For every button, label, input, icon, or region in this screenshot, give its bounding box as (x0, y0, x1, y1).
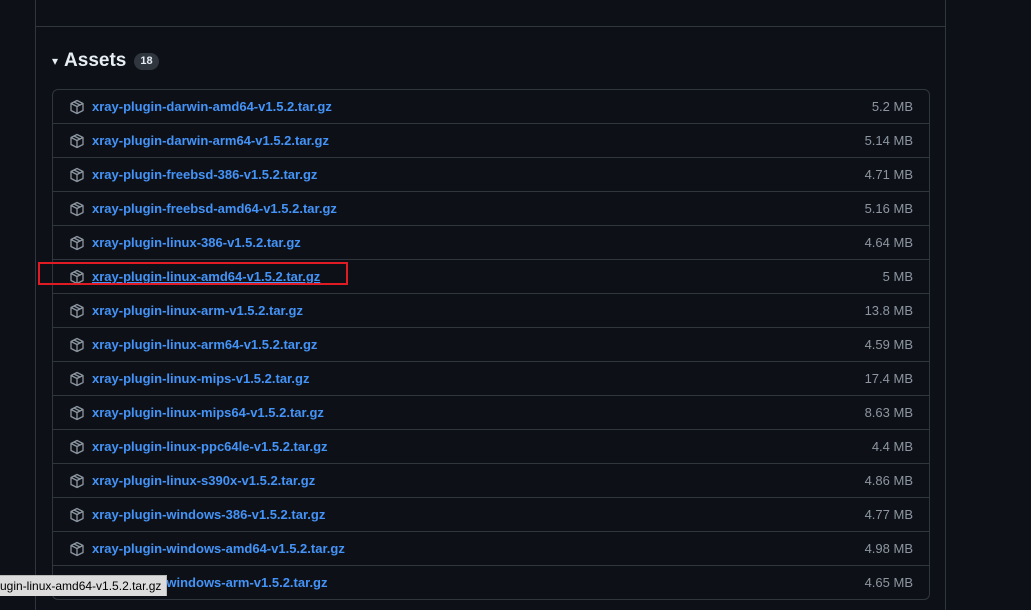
asset-size: 4.77 MB (865, 507, 913, 522)
asset-size: 8.63 MB (865, 405, 913, 420)
asset-size: 5.2 MB (872, 99, 913, 114)
package-icon (69, 541, 85, 557)
asset-size: 4.71 MB (865, 167, 913, 182)
asset-size: 17.4 MB (865, 371, 913, 386)
package-icon (69, 507, 85, 523)
assets-count-badge: 18 (134, 53, 158, 70)
asset-download-link[interactable]: xray-plugin-linux-arm-v1.5.2.tar.gz (92, 303, 303, 318)
package-icon (69, 371, 85, 387)
package-icon (69, 473, 85, 489)
asset-size: 4.59 MB (865, 337, 913, 352)
package-icon (69, 133, 85, 149)
asset-row: xray-plugin-freebsd-386-v1.5.2.tar.gz 4.7… (53, 157, 929, 191)
asset-row: xray-plugin-windows-arm-v1.5.2.tar.gz4.6… (53, 565, 929, 599)
asset-download-link[interactable]: xray-plugin-freebsd-amd64-v1.5.2.tar.gz (92, 201, 337, 216)
package-icon (69, 167, 85, 183)
asset-row: xray-plugin-darwin-amd64-v1.5.2.tar.gz 5.… (53, 90, 929, 123)
asset-row: xray-plugin-linux-mips64-v1.5.2.tar.gz 8.… (53, 395, 929, 429)
asset-size: 4.86 MB (865, 473, 913, 488)
asset-download-link[interactable]: xray-plugin-darwin-amd64-v1.5.2.tar.gz (92, 99, 332, 114)
asset-row: xray-plugin-linux-ppc64le-v1.5.2.tar.gz 4… (53, 429, 929, 463)
package-icon (69, 303, 85, 319)
asset-download-link[interactable]: xray-plugin-freebsd-386-v1.5.2.tar.gz (92, 167, 317, 182)
asset-row: xray-plugin-windows-amd64-v1.5.2.tar.gz 4… (53, 531, 929, 565)
asset-list: xray-plugin-darwin-amd64-v1.5.2.tar.gz 5.… (52, 89, 930, 600)
triangle-down-icon[interactable]: ▾ (52, 55, 58, 67)
asset-row: xray-plugin-linux-mips-v1.5.2.tar.gz 17.4… (53, 361, 929, 395)
asset-download-link[interactable]: xray-plugin-windows-386-v1.5.2.tar.gz (92, 507, 325, 522)
asset-size: 5 MB (883, 269, 913, 284)
asset-size: 5.16 MB (865, 201, 913, 216)
highlight-annotation (38, 262, 348, 285)
package-icon (69, 439, 85, 455)
assets-summary[interactable]: ▾ Assets 18 (52, 48, 159, 74)
asset-size: 13.8 MB (865, 303, 913, 318)
asset-row: xray-plugin-freebsd-amd64-v1.5.2.tar.gz 5… (53, 191, 929, 225)
asset-download-link[interactable]: xray-plugin-darwin-arm64-v1.5.2.tar.gz (92, 133, 329, 148)
asset-row: xray-plugin-linux-arm-v1.5.2.tar.gz 13.8 … (53, 293, 929, 327)
asset-download-link[interactable]: xray-plugin-linux-386-v1.5.2.tar.gz (92, 235, 301, 250)
asset-download-link[interactable]: xray-plugin-linux-arm64-v1.5.2.tar.gz (92, 337, 317, 352)
asset-size: 4.65 MB (865, 575, 913, 590)
assets-title: Assets (64, 50, 126, 72)
asset-download-link[interactable]: xray-plugin-linux-ppc64le-v1.5.2.tar.gz (92, 439, 328, 454)
package-icon (69, 337, 85, 353)
asset-download-link[interactable]: xray-plugin-windows-amd64-v1.5.2.tar.gz (92, 541, 345, 556)
status-bar-url: ugin-linux-amd64-v1.5.2.tar.gz (0, 575, 167, 596)
section-divider (35, 26, 946, 27)
asset-size: 4.98 MB (865, 541, 913, 556)
asset-download-link[interactable]: xray-plugin-linux-s390x-v1.5.2.tar.gz (92, 473, 315, 488)
asset-row: xray-plugin-linux-s390x-v1.5.2.tar.gz 4.8… (53, 463, 929, 497)
package-icon (69, 201, 85, 217)
asset-row: xray-plugin-linux-arm64-v1.5.2.tar.gz 4.5… (53, 327, 929, 361)
asset-size: 5.14 MB (865, 133, 913, 148)
asset-size: 4.4 MB (872, 439, 913, 454)
asset-download-link[interactable]: xray-plugin-linux-mips64-v1.5.2.tar.gz (92, 405, 324, 420)
asset-row: xray-plugin-darwin-arm64-v1.5.2.tar.gz 5.… (53, 123, 929, 157)
asset-size: 4.64 MB (865, 235, 913, 250)
asset-row: xray-plugin-windows-386-v1.5.2.tar.gz 4.7… (53, 497, 929, 531)
package-icon (69, 99, 85, 115)
asset-row: xray-plugin-linux-386-v1.5.2.tar.gz 4.64 … (53, 225, 929, 259)
package-icon (69, 235, 85, 251)
asset-download-link[interactable]: xray-plugin-linux-mips-v1.5.2.tar.gz (92, 371, 309, 386)
package-icon (69, 405, 85, 421)
